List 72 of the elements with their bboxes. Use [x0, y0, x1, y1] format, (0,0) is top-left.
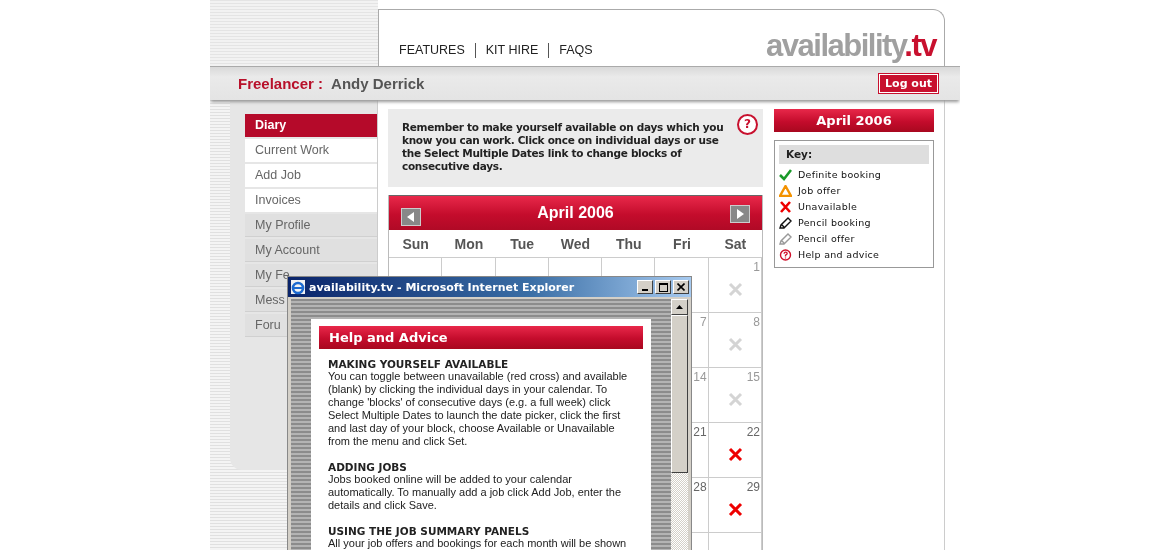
- day-number: 22: [746, 425, 760, 439]
- checkmark-icon: [779, 168, 792, 181]
- sidebar-item[interactable]: Add Job: [245, 164, 377, 187]
- month-header: April 2006: [774, 109, 934, 132]
- weekday-label: Wed: [548, 230, 603, 258]
- left-triangle-icon: [407, 212, 415, 222]
- sidebar-item[interactable]: Invoices: [245, 189, 377, 212]
- weekday-label: Sun: [389, 230, 443, 258]
- section-text: All your job offers and bookings for each month will be shown: [328, 537, 628, 550]
- user-role: Freelancer :: [238, 75, 324, 92]
- sidebar-item[interactable]: My Profile: [245, 214, 377, 237]
- section-text: You can toggle between unavailable (red cross) and available (blank) by clicking the individual days in your calendar. To change 'blocks' of consecutive days (e.g. a full week) click Select Multiple Dates to launch the date picker, click the first and last day of your block, choose Available or Unavailable from the menu and click Set.: [328, 370, 629, 448]
- close-button[interactable]: [673, 280, 689, 294]
- minimize-button[interactable]: [637, 280, 653, 294]
- calendar-title: April 2006: [537, 204, 614, 222]
- key-title: Key:: [779, 145, 929, 164]
- right-triangle-icon: [736, 209, 744, 219]
- sidebar-item[interactable]: My Account: [245, 239, 377, 262]
- user-name: Andy Derrick: [331, 75, 426, 92]
- logo: availability.tv: [766, 30, 936, 65]
- section-heading: ADDING JOBS: [328, 461, 408, 473]
- key-label: Pencil offer: [798, 233, 855, 244]
- pencil-icon: [779, 232, 792, 245]
- previous-month-button[interactable]: [401, 208, 421, 226]
- cross-icon: [728, 502, 744, 517]
- weekday-label: Fri: [655, 230, 709, 258]
- section-heading: MAKING YOURSELF AVAILABLE: [328, 358, 510, 370]
- maximize-button[interactable]: [655, 280, 671, 294]
- day-number: 29: [746, 480, 760, 494]
- day-cell[interactable]: 29: [708, 478, 762, 533]
- help-button[interactable]: ?: [737, 114, 758, 135]
- browser-icon: [290, 279, 306, 295]
- cross-icon: [728, 282, 744, 297]
- nav-link[interactable]: FEATURES: [391, 43, 475, 58]
- section-text: Jobs booked online will be added to your calendar automatically. To manually add a job click Add Job, enter the details and click Save.: [328, 473, 623, 512]
- day-number: 1: [753, 260, 760, 274]
- scrollbar[interactable]: [671, 299, 688, 550]
- key-label: Job offer: [798, 185, 841, 196]
- section-heading: USING THE JOB SUMMARY PANELS: [328, 525, 531, 537]
- day-number: 8: [753, 315, 760, 329]
- key-label: Unavailable: [798, 201, 858, 212]
- day-number: 28: [693, 480, 707, 494]
- help-heading: Help and Advice: [319, 326, 643, 349]
- weekday-label: Sat: [708, 230, 762, 258]
- day-number: 15: [746, 370, 760, 384]
- key-label: Definite booking: [798, 169, 882, 180]
- logout-button[interactable]: Log out: [879, 74, 938, 93]
- key-label: Help and advice: [798, 249, 880, 260]
- day-number: 14: [693, 370, 707, 384]
- notice-text: Remember to make yourself available on days which you know you can work. Click once on individual days or use the Select Multiple Dates link to change blocks of consecutive days.: [402, 121, 725, 173]
- help-icon: [779, 248, 792, 261]
- weekday-label: Thu: [602, 230, 656, 258]
- weekday-label: Tue: [495, 230, 549, 258]
- cross-icon: [728, 447, 744, 462]
- close-icon: [677, 283, 685, 291]
- key-label: Pencil booking: [798, 217, 871, 228]
- cross-icon: [779, 200, 792, 213]
- day-cell[interactable]: 22: [708, 423, 762, 478]
- day-number: 21: [693, 425, 707, 439]
- next-month-button[interactable]: [730, 205, 750, 223]
- day-number: 7: [700, 315, 707, 329]
- sidebar-item[interactable]: Current Work: [245, 139, 377, 162]
- warning-triangle-icon: [779, 184, 792, 197]
- up-arrow-icon: [676, 305, 683, 309]
- sidebar-item[interactable]: Diary: [245, 114, 377, 137]
- cross-icon: [728, 392, 744, 407]
- pencil-icon: [779, 216, 792, 229]
- cross-icon: [728, 337, 744, 352]
- maximize-icon: [658, 282, 668, 292]
- nav-link[interactable]: FAQS: [548, 43, 603, 58]
- nav-link[interactable]: KIT HIRE: [474, 43, 549, 58]
- weekday-label: Mon: [442, 230, 496, 258]
